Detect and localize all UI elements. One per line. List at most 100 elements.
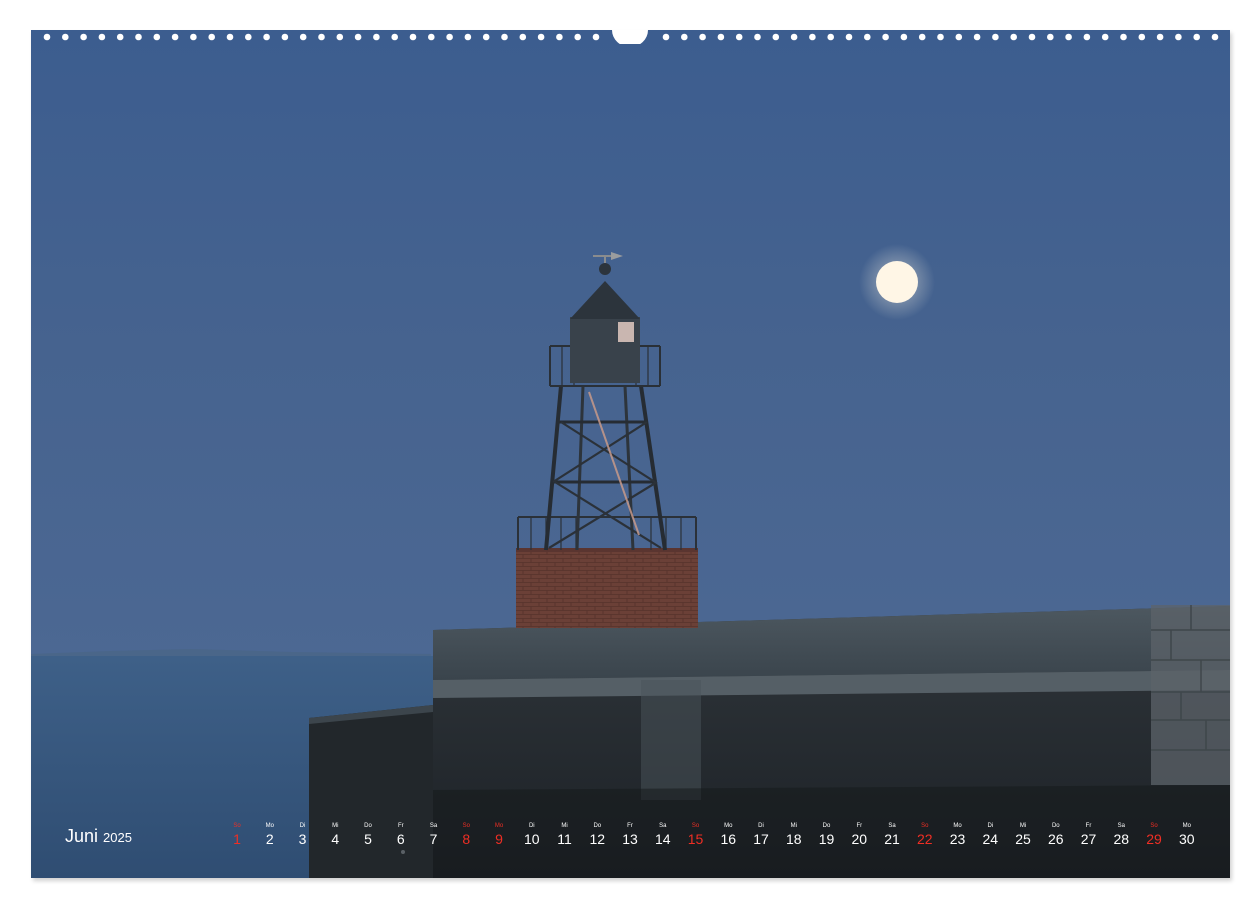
binding-hole-icon	[116, 33, 124, 41]
calendar-day: Di 24	[975, 823, 1005, 847]
binding-hole-icon	[501, 33, 508, 41]
day-number: 14	[655, 831, 671, 847]
calendar-day: Mi 18	[779, 823, 809, 847]
binding-hole-icon	[1083, 33, 1091, 41]
day-number: 19	[818, 831, 835, 847]
hanger-notch-icon	[612, 30, 648, 44]
calendar-day: Mo 2	[255, 823, 285, 847]
binding-hole-icon	[391, 33, 399, 41]
calendar-day: Fr 27	[1074, 823, 1104, 847]
binding-hole-icon	[735, 33, 743, 41]
day-number: 22	[917, 831, 933, 847]
weekday-abbrev: Fr	[397, 823, 404, 829]
binding-hole-icon	[464, 33, 472, 41]
day-number: 29	[1146, 831, 1162, 847]
weekday-abbrev: So	[462, 823, 470, 829]
weekday-abbrev: Do	[364, 823, 372, 829]
binding-hole-icon	[373, 33, 380, 41]
calendar-day: Do 19	[812, 823, 842, 847]
weekday-abbrev: Do	[1051, 823, 1060, 829]
weekday-abbrev: So	[921, 823, 929, 829]
binding-hole-icon	[662, 33, 670, 41]
binding-hole-icon	[882, 33, 889, 41]
month-name: Juni	[65, 826, 99, 846]
calendar-day: So 15	[681, 823, 711, 847]
binding-hole-icon	[336, 33, 344, 41]
full-moon-icon	[859, 244, 935, 320]
binding-hole-icon	[900, 33, 908, 41]
day-number: 27	[1080, 831, 1097, 847]
binding-hole-icon	[190, 33, 197, 41]
calendar-day: Mi 25	[1008, 823, 1038, 847]
day-number: 20	[851, 831, 868, 847]
weekday-abbrev: Sa	[888, 823, 896, 829]
weekday-abbrev: Sa	[659, 823, 667, 829]
day-number: 1	[233, 831, 241, 847]
calendar-day: Do 5	[353, 823, 383, 847]
day-number: 24	[982, 831, 999, 847]
binding-hole-icon	[845, 33, 853, 41]
binding-hole-icon	[754, 33, 761, 41]
binding-hole-icon	[699, 33, 706, 41]
day-number: 23	[949, 831, 966, 847]
binding-hole-icon	[354, 33, 362, 41]
binding-hole-icon	[281, 33, 289, 41]
day-number: 5	[364, 831, 372, 847]
binding-hole-icon	[98, 33, 106, 41]
weekday-abbrev: Sa	[429, 823, 438, 829]
day-number: 12	[589, 831, 606, 847]
binding-hole-icon	[1101, 33, 1109, 41]
day-number: 25	[1015, 831, 1031, 847]
weekday-abbrev: Di	[987, 823, 994, 829]
binding-hole-icon	[446, 33, 453, 41]
binding-hole-icon	[409, 33, 417, 41]
binding-hole-icon	[171, 33, 179, 41]
binding-hole-icon	[1028, 33, 1036, 41]
binding-hole-icon	[592, 33, 600, 41]
weekday-abbrev: Mo	[494, 823, 504, 829]
calendar-day: Mo 30	[1172, 823, 1202, 847]
binding-hole-icon	[827, 33, 834, 41]
binding-hole-icon	[1120, 33, 1127, 41]
binding-hole-icon	[1193, 33, 1200, 41]
weekday-abbrev: So	[1150, 823, 1158, 829]
calendar-day: Mo 16	[713, 823, 743, 847]
weekday-abbrev: Fr	[1085, 823, 1092, 829]
weekday-abbrev: Mi	[790, 823, 797, 829]
day-number: 2	[265, 831, 274, 847]
weekday-abbrev: Mo	[953, 823, 962, 829]
binding-hole-icon	[1138, 33, 1146, 41]
day-number: 16	[720, 831, 737, 847]
calendar-month-label: Juni 2025	[65, 826, 132, 848]
calendar-day: Mi 11	[550, 823, 580, 847]
binding-hole-icon	[318, 33, 325, 41]
weekday-abbrev: Mi	[1019, 823, 1027, 829]
binding-hole-icon	[263, 33, 270, 41]
day-number: 28	[1113, 831, 1130, 847]
binding-hole-icon	[80, 33, 87, 41]
day-number: 17	[753, 831, 769, 847]
binding-hole-icon	[1065, 33, 1072, 41]
lighthouse-scene	[31, 30, 1230, 878]
binding-hole-icon	[43, 33, 51, 41]
binding-hole-icon	[482, 33, 490, 41]
weekday-abbrev: Mi	[561, 823, 568, 829]
binding-hole-icon	[135, 33, 142, 41]
weekday-abbrev: Di	[528, 823, 535, 829]
weekday-abbrev: Do	[593, 823, 602, 829]
binding-hole-icon	[681, 33, 688, 41]
day-number: 13	[622, 831, 638, 847]
calendar-day: Sa 28	[1106, 823, 1136, 847]
binding-hole-icon	[245, 33, 252, 41]
binding-hole-icon	[1156, 33, 1164, 41]
calendar-day: Do 26	[1041, 823, 1071, 847]
day-number: 11	[557, 831, 572, 847]
day-number: 3	[298, 831, 307, 847]
binding-hole-icon	[790, 33, 798, 41]
calendar-day: Di 10	[517, 823, 547, 847]
calendar-day: So 1	[222, 823, 252, 847]
day-number: 18	[786, 831, 802, 847]
binding-hole-icon	[772, 33, 780, 41]
day-number: 4	[331, 831, 340, 847]
weekday-abbrev: Di	[758, 823, 764, 829]
